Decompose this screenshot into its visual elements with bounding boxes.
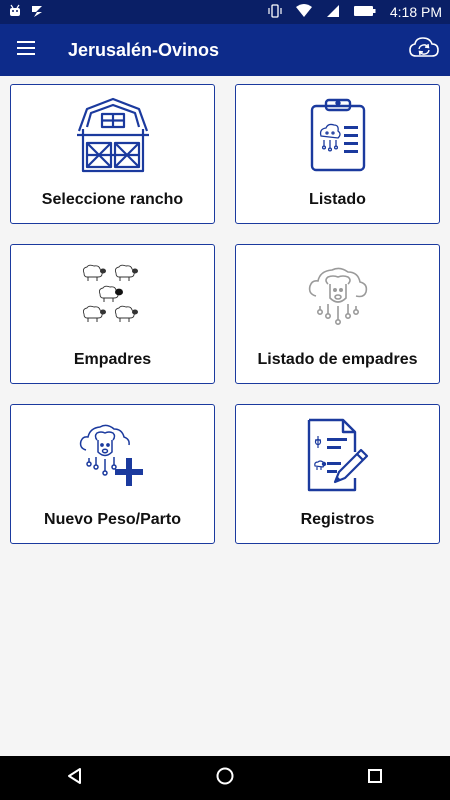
card-listado[interactable]: Listado bbox=[235, 84, 440, 224]
recents-square-icon bbox=[366, 767, 384, 790]
clipboard-list-icon bbox=[306, 96, 370, 179]
sheep-add-icon bbox=[78, 420, 148, 495]
signal-icon bbox=[326, 4, 340, 21]
wifi-icon bbox=[295, 3, 312, 21]
app-bar: Jerusalén-Ovinos bbox=[0, 24, 450, 76]
card-label: Empadres bbox=[73, 351, 152, 368]
status-time: 4:18 PM bbox=[389, 4, 442, 20]
sheep-network-icon bbox=[306, 262, 370, 333]
cloud-sync-icon bbox=[408, 36, 440, 65]
bolt-icon bbox=[30, 4, 44, 21]
card-label: Seleccione rancho bbox=[41, 191, 184, 208]
back-triangle-icon bbox=[66, 767, 84, 790]
vibrate-icon bbox=[268, 3, 282, 21]
sheep-flock-icon bbox=[78, 260, 148, 335]
home-button[interactable] bbox=[195, 756, 255, 800]
card-label: Registros bbox=[300, 511, 375, 528]
card-label: Listado de empadres bbox=[257, 351, 418, 368]
home-circle-icon bbox=[215, 766, 235, 791]
sync-button[interactable] bbox=[398, 24, 450, 76]
card-label: Nuevo Peso/Parto bbox=[44, 511, 181, 528]
card-empadres[interactable]: Empadres bbox=[10, 244, 215, 384]
android-icon bbox=[8, 4, 22, 21]
menu-button[interactable] bbox=[0, 24, 52, 76]
battery-icon bbox=[353, 4, 376, 20]
card-seleccione-rancho[interactable]: Seleccione rancho bbox=[10, 84, 215, 224]
document-edit-icon bbox=[305, 418, 371, 497]
barn-icon bbox=[73, 97, 153, 178]
system-nav-bar bbox=[0, 756, 450, 800]
card-label: Listado bbox=[309, 191, 366, 208]
card-listado-de-empadres[interactable]: Listado de empadres bbox=[235, 244, 440, 384]
card-registros[interactable]: Registros bbox=[235, 404, 440, 544]
back-button[interactable] bbox=[45, 756, 105, 800]
hamburger-menu-icon bbox=[16, 40, 36, 61]
card-nuevo-peso-parto[interactable]: Nuevo Peso/Parto bbox=[10, 404, 215, 544]
recents-button[interactable] bbox=[345, 756, 405, 800]
status-bar: 4:18 PM bbox=[0, 0, 450, 24]
app-title: Jerusalén-Ovinos bbox=[68, 39, 220, 60]
